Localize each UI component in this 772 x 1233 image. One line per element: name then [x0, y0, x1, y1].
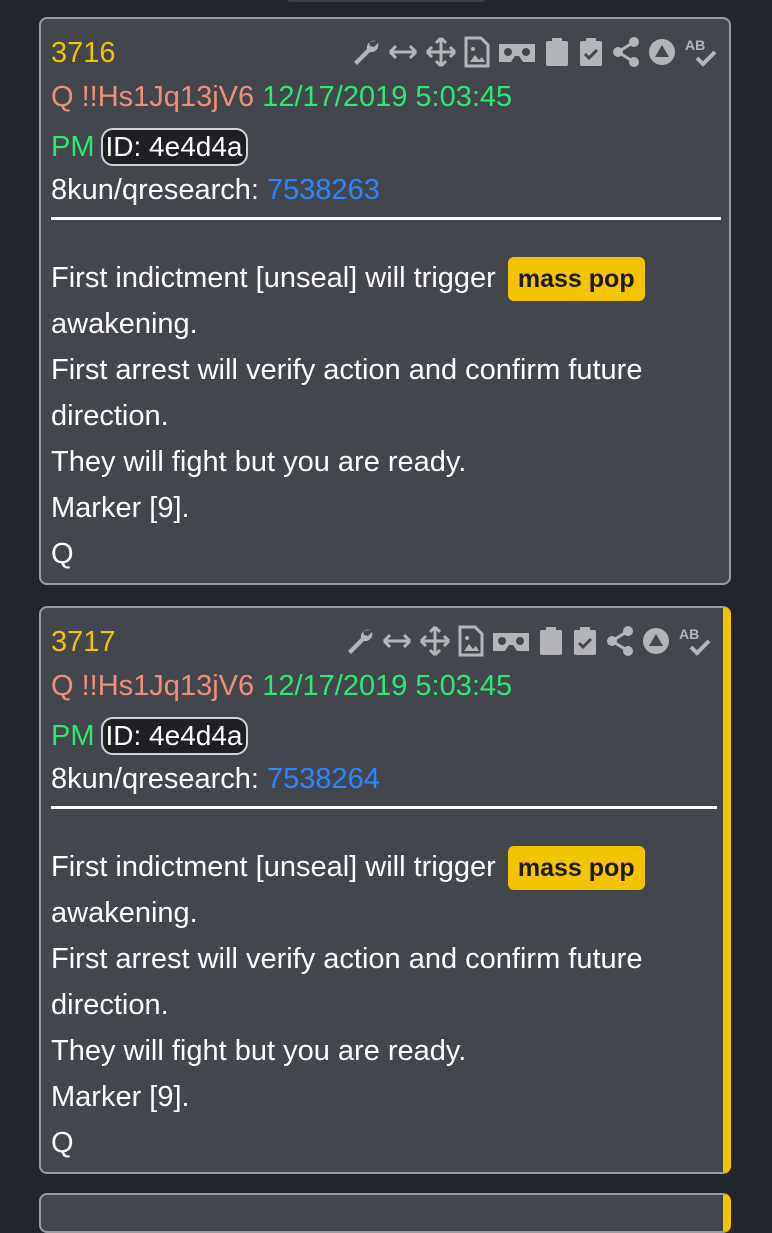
up-arrow-circle-icon[interactable] — [641, 625, 671, 657]
tripcode: !!Hs1Jq13jV6 — [81, 670, 255, 702]
body-signature: Q — [51, 1127, 74, 1160]
highlight-tag[interactable]: mass pop — [507, 257, 645, 302]
share-icon[interactable] — [605, 625, 635, 657]
board-label: 8kun/qresearch: — [51, 174, 259, 206]
image-file-icon[interactable] — [463, 36, 491, 68]
header-divider — [51, 806, 717, 809]
svg-text:AB: AB — [685, 37, 705, 53]
post-number[interactable]: 3717 — [51, 626, 116, 659]
body-line: direction. — [51, 989, 169, 1022]
spellcheck-icon[interactable]: AB — [683, 36, 719, 68]
highlight-tag[interactable]: mass pop — [507, 846, 645, 891]
post-ref-link[interactable]: 7538263 — [267, 174, 380, 206]
board-label: 8kun/qresearch: — [51, 763, 259, 795]
body-line: They will fight but you are ready. — [51, 1035, 467, 1068]
time-suffix: PM — [51, 720, 95, 752]
up-arrow-circle-icon[interactable] — [647, 36, 677, 68]
body-line: Marker [9]. — [51, 1081, 190, 1114]
poster-id-badge[interactable]: ID: 4e4d4a — [100, 128, 248, 166]
post-id-line: PM ID: 4e4d4a — [51, 717, 248, 755]
body-text: First indictment [unseal] will trigger — [51, 262, 496, 294]
post-author-line: Q !!Hs1Jq13jV6 12/17/2019 5:03:45 — [51, 670, 512, 703]
body-line: awakening. — [51, 308, 198, 341]
poster-id-badge[interactable]: ID: 4e4d4a — [100, 717, 248, 755]
resize-horizontal-icon[interactable] — [381, 625, 413, 657]
spellcheck-icon[interactable]: AB — [677, 625, 713, 657]
move-icon[interactable] — [425, 36, 457, 68]
body-line: First indictment [unseal] will trigger m… — [51, 255, 711, 302]
wrench-icon[interactable] — [343, 625, 375, 657]
body-line: First arrest will verify action and conf… — [51, 354, 643, 387]
post-author-line: Q !!Hs1Jq13jV6 12/17/2019 5:03:45 — [51, 81, 512, 114]
post-number[interactable]: 3716 — [51, 37, 116, 70]
post-toolbar: AB — [349, 36, 719, 68]
header-divider — [51, 217, 721, 220]
resize-horizontal-icon[interactable] — [387, 36, 419, 68]
author-name: Q — [51, 670, 74, 702]
clipboard-check-icon[interactable] — [571, 625, 599, 657]
next-post-card-partial — [39, 1193, 731, 1233]
top-tab-edge — [285, 0, 487, 2]
post-body: First indictment [unseal] will trigger m… — [51, 255, 711, 577]
body-line: First indictment [unseal] will trigger m… — [51, 844, 711, 891]
body-line: direction. — [51, 400, 169, 433]
body-text: First indictment [unseal] will trigger — [51, 851, 496, 883]
body-signature: Q — [51, 538, 74, 571]
clipboard-icon[interactable] — [537, 625, 565, 657]
image-file-icon[interactable] — [457, 625, 485, 657]
post-ref-link[interactable]: 7538264 — [267, 763, 380, 795]
body-line: Marker [9]. — [51, 492, 190, 525]
body-line: They will fight but you are ready. — [51, 446, 467, 479]
body-line: awakening. — [51, 897, 198, 930]
vr-goggles-icon[interactable] — [497, 36, 537, 68]
post-source-line: 8kun/qresearch: 7538263 — [51, 174, 380, 207]
post-date: 12/17/2019 5:03:45 — [262, 81, 513, 113]
post-id-line: PM ID: 4e4d4a — [51, 128, 248, 166]
post-source-line: 8kun/qresearch: 7538264 — [51, 763, 380, 796]
post-card-highlighted: 3717 AB Q !!Hs1Jq13jV6 12/17/2019 5:03:4… — [39, 606, 731, 1174]
body-line: First arrest will verify action and conf… — [51, 943, 643, 976]
post-card: 3716 AB Q !!Hs1Jq13jV6 12/17/2019 5:03:4… — [39, 17, 731, 585]
post-header: 3717 AB Q !!Hs1Jq13jV6 12/17/2019 5:03:4… — [51, 608, 717, 809]
tripcode: !!Hs1Jq13jV6 — [81, 81, 255, 113]
vr-goggles-icon[interactable] — [491, 625, 531, 657]
post-toolbar: AB — [343, 625, 713, 657]
post-header: 3716 AB Q !!Hs1Jq13jV6 12/17/2019 5:03:4… — [51, 19, 721, 220]
svg-text:AB: AB — [679, 626, 699, 642]
share-icon[interactable] — [611, 36, 641, 68]
clipboard-icon[interactable] — [543, 36, 571, 68]
wrench-icon[interactable] — [349, 36, 381, 68]
post-body: First indictment [unseal] will trigger m… — [51, 844, 711, 1166]
author-name: Q — [51, 81, 74, 113]
clipboard-check-icon[interactable] — [577, 36, 605, 68]
post-date: 12/17/2019 5:03:45 — [262, 670, 513, 702]
move-icon[interactable] — [419, 625, 451, 657]
time-suffix: PM — [51, 131, 95, 163]
